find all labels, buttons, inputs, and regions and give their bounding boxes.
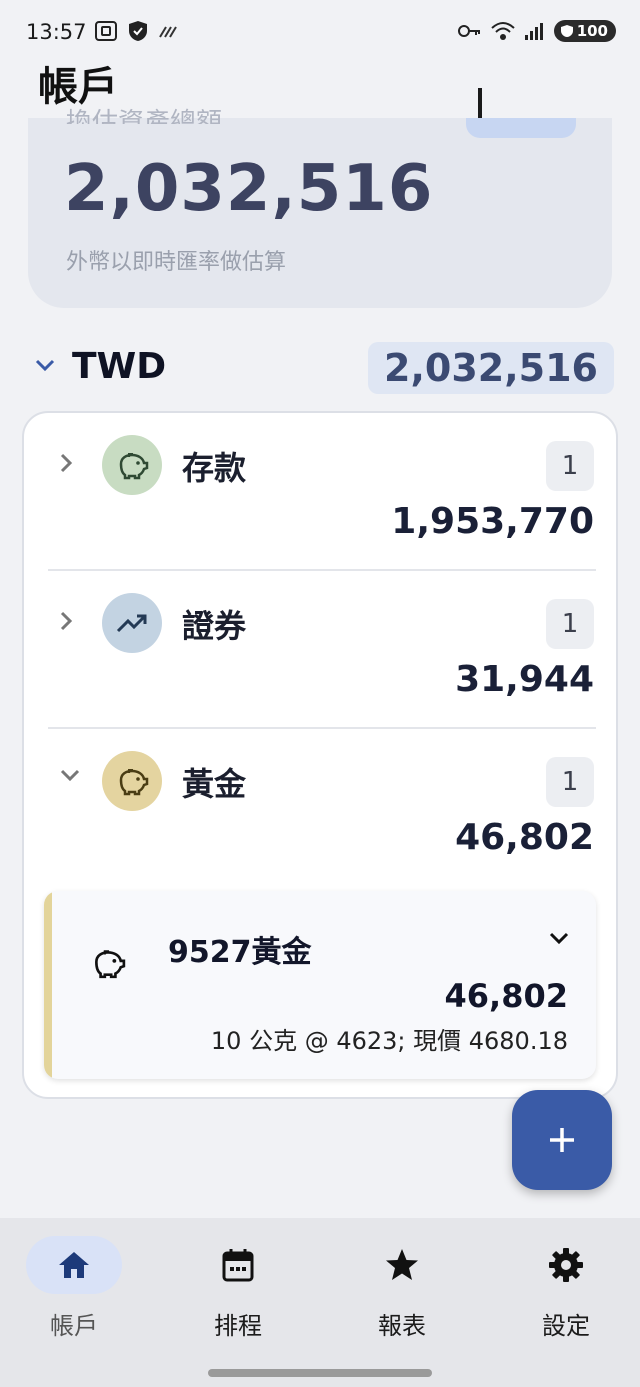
- category-row-securities[interactable]: 證券 1 31,944: [24, 571, 620, 721]
- nav-active-indicator: [26, 1236, 122, 1294]
- nav-item-settings[interactable]: 設定: [514, 1232, 634, 1342]
- home-indicator[interactable]: [208, 1369, 432, 1377]
- chevron-right-icon[interactable]: [58, 609, 74, 633]
- summary-total: 2,032,516: [64, 152, 434, 226]
- summary-card: 換估資產總額 2,032,516 外幣以即時匯率做估算: [28, 108, 612, 308]
- category-count-badge: 1: [546, 757, 594, 807]
- category-icon-badge: [102, 593, 162, 653]
- category-icon-badge: [102, 435, 162, 495]
- add-account-icon[interactable]: [478, 88, 524, 120]
- account-card[interactable]: 9527黃金 46,802 10 公克 @ 4623; 現價 4680.18: [44, 891, 596, 1079]
- category-amount: 1,953,770: [391, 501, 594, 542]
- download-icon[interactable]: [566, 88, 596, 120]
- wifi-icon: [491, 22, 515, 40]
- nav-item-reports[interactable]: 報表: [350, 1232, 470, 1342]
- currency-code: TWD: [72, 346, 167, 387]
- chevron-down-icon[interactable]: [548, 931, 570, 945]
- add-button[interactable]: [512, 1090, 612, 1190]
- category-name: 黃金: [182, 765, 247, 803]
- bottom-nav: 帳戶 排程 報表 設定: [0, 1218, 640, 1387]
- category-row-deposit[interactable]: 存款 1 1,953,770: [24, 413, 620, 563]
- category-name: 存款: [182, 449, 247, 487]
- account-amount: 46,802: [444, 977, 568, 1015]
- currency-group-header[interactable]: TWD 2,032,516: [0, 340, 640, 396]
- nav-label: 設定: [542, 1312, 590, 1340]
- account-detail: 10 公克 @ 4623; 現價 4680.18: [210, 1027, 568, 1055]
- calendar-icon: [222, 1249, 254, 1282]
- status-right-icons: 100: [457, 20, 616, 42]
- category-amount: 46,802: [455, 817, 594, 858]
- account-accent-bar: [44, 891, 52, 1079]
- category-count-badge: 1: [546, 599, 594, 649]
- summary-note: 外幣以即時匯率做估算: [66, 250, 287, 275]
- summary-label: 換估資產總額: [66, 108, 223, 124]
- piggy-bank-icon: [119, 769, 149, 796]
- home-icon: [59, 1252, 89, 1278]
- signal-slash-icon: [159, 26, 177, 38]
- category-name: 證券: [182, 607, 247, 645]
- summary-toggle-button[interactable]: [466, 118, 576, 138]
- star-icon: [386, 1249, 418, 1280]
- category-row-gold[interactable]: 黃金 1 46,802: [24, 729, 620, 879]
- nav-item-accounts[interactable]: 帳戶: [22, 1232, 142, 1342]
- screenshot-icon: [95, 21, 117, 41]
- account-name: 9527黃金: [168, 935, 312, 970]
- category-icon-badge: [102, 751, 162, 811]
- battery-icon: 100: [553, 20, 616, 42]
- piggy-bank-icon: [95, 950, 126, 979]
- category-list-card: 存款 1 1,953,770 證券 1 31,944 黃金 1 46,802 9…: [22, 411, 618, 1099]
- cell-signal-icon: [524, 23, 543, 40]
- trending-up-icon: [116, 614, 147, 633]
- status-left-icons: [94, 20, 180, 42]
- chevron-down-icon[interactable]: [58, 767, 82, 783]
- key-icon: [457, 25, 480, 37]
- chevron-down-icon[interactable]: [34, 358, 56, 372]
- nav-label: 帳戶: [50, 1312, 98, 1340]
- nav-label: 排程: [214, 1312, 262, 1340]
- chevron-right-icon[interactable]: [58, 451, 74, 475]
- category-count-badge: 1: [546, 441, 594, 491]
- nav-icon-container: [190, 1236, 286, 1294]
- category-amount: 31,944: [455, 659, 594, 700]
- shield-icon: [129, 21, 147, 41]
- gear-icon: [549, 1248, 583, 1282]
- battery-shield-icon: [560, 25, 573, 37]
- nav-icon-container: [518, 1236, 614, 1294]
- nav-item-schedule[interactable]: 排程: [186, 1232, 306, 1342]
- nav-label: 報表: [378, 1312, 426, 1340]
- currency-total: 2,032,516: [368, 342, 614, 394]
- battery-level: 100: [576, 22, 608, 40]
- plus-icon: [550, 1128, 574, 1152]
- nav-icon-container: [354, 1236, 450, 1294]
- piggy-bank-icon: [119, 453, 149, 480]
